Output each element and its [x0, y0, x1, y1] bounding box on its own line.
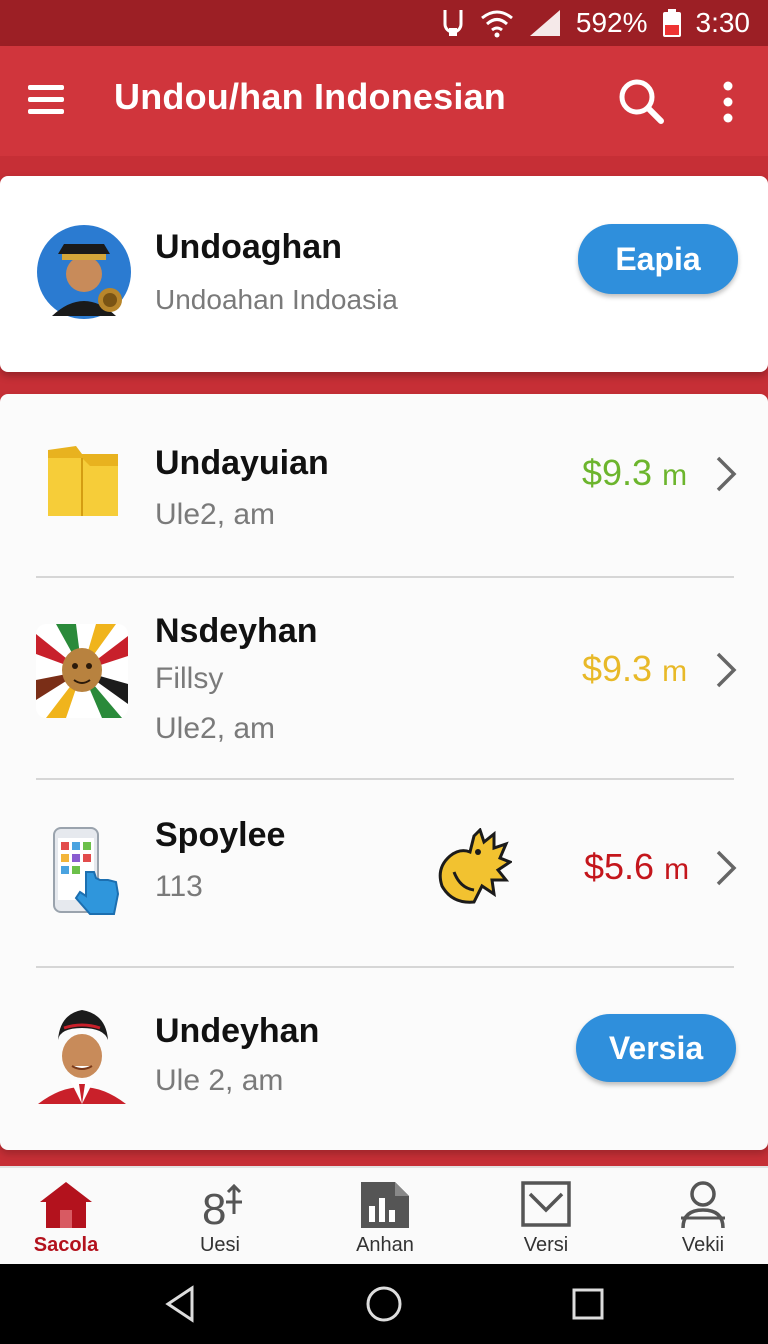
app-bar: Undou/han Indonesian: [0, 46, 768, 156]
folder-icon: [46, 444, 120, 520]
check-box-icon: [516, 1180, 576, 1230]
item-name: Spoylee: [155, 816, 286, 854]
eapia-button[interactable]: Eapia: [578, 224, 738, 294]
clock: 3:30: [695, 7, 751, 38]
menu-icon[interactable]: [28, 82, 66, 116]
item-name: Nsdeyhan: [155, 612, 318, 650]
person-icon: [673, 1180, 733, 1230]
battery-percentage: 592%: [575, 7, 648, 38]
item-list: Undayuian Ule2, am $9.3 m Nsdeyhan Fills…: [0, 394, 768, 1150]
person-avatar: [34, 1000, 130, 1106]
usb-icon: [440, 8, 466, 38]
home-button-icon[interactable]: [364, 1284, 404, 1324]
chevron-right-icon[interactable]: [714, 454, 738, 494]
profile-card[interactable]: Undoaghan Undoahan Indoasia Eapia: [0, 176, 768, 372]
item-time: Ule 2, am: [155, 1064, 284, 1097]
bottom-navigation: Sacola 8 Uesi Anhan Versi Vekii: [0, 1166, 768, 1264]
profile-name: Undoaghan: [155, 228, 342, 266]
chevron-right-icon[interactable]: [714, 650, 738, 690]
festival-mask-icon: [36, 624, 128, 718]
list-item[interactable]: Nsdeyhan Fillsy Ule2, am $9.3 m: [0, 578, 768, 778]
eight-plus-icon: 8: [190, 1180, 250, 1234]
document-chart-icon: [355, 1180, 415, 1230]
system-navigation-bar: [0, 1264, 768, 1344]
phone-tap-icon: [50, 826, 122, 918]
back-icon[interactable]: [162, 1284, 202, 1324]
app-title: Undou/han Indonesian: [114, 76, 506, 117]
list-item[interactable]: Undayuian Ule2, am $9.3 m: [0, 394, 768, 574]
more-options-icon[interactable]: [716, 80, 740, 124]
search-icon[interactable]: [616, 76, 666, 126]
item-amount: $5.6 m: [584, 846, 690, 887]
item-amount: $9.3 m: [582, 452, 688, 493]
nav-label: Anhan: [356, 1234, 414, 1256]
list-item[interactable]: Spoylee 113 $5.6 m: [0, 780, 768, 966]
item-amount: $9.3 m: [582, 648, 688, 689]
nav-item-uesi[interactable]: 8 Uesi: [160, 1168, 280, 1266]
profile-subtitle: Undoahan Indoasia: [155, 284, 398, 315]
item-detail: Fillsy: [155, 662, 224, 695]
signal-icon: [528, 8, 562, 38]
main-content: Undoaghan Undoahan Indoasia Eapia Undayu…: [0, 156, 768, 1166]
list-item[interactable]: Undeyhan Ule 2, am Versia: [0, 968, 768, 1150]
nav-label: Vekii: [681, 1234, 725, 1256]
wifi-icon: [480, 8, 514, 38]
item-name: Undayuian: [155, 444, 329, 482]
nav-item-sacola[interactable]: Sacola: [6, 1168, 126, 1266]
versia-button[interactable]: Versia: [576, 1014, 736, 1082]
item-time: Ule2, am: [155, 712, 276, 745]
profile-avatar: [36, 224, 132, 320]
nav-item-versi[interactable]: Versi: [486, 1168, 606, 1266]
chevron-right-icon[interactable]: [714, 848, 738, 888]
recents-icon[interactable]: [568, 1284, 608, 1324]
home-icon: [36, 1180, 96, 1230]
svg-text:8: 8: [202, 1185, 226, 1230]
nav-label: Uesi: [199, 1234, 240, 1256]
garuda-emblem-icon: [434, 827, 514, 908]
nav-label: Versi: [523, 1234, 569, 1256]
item-detail: 113: [155, 870, 203, 903]
status-bar: 592% 3:30: [0, 0, 768, 46]
item-time: Ule2, am: [155, 498, 276, 531]
nav-item-vekii[interactable]: Vekii: [643, 1168, 763, 1266]
nav-label: Sacola: [33, 1234, 99, 1256]
nav-item-anhan[interactable]: Anhan: [325, 1168, 445, 1266]
battery-icon: [662, 8, 682, 38]
item-name: Undeyhan: [155, 1012, 320, 1050]
